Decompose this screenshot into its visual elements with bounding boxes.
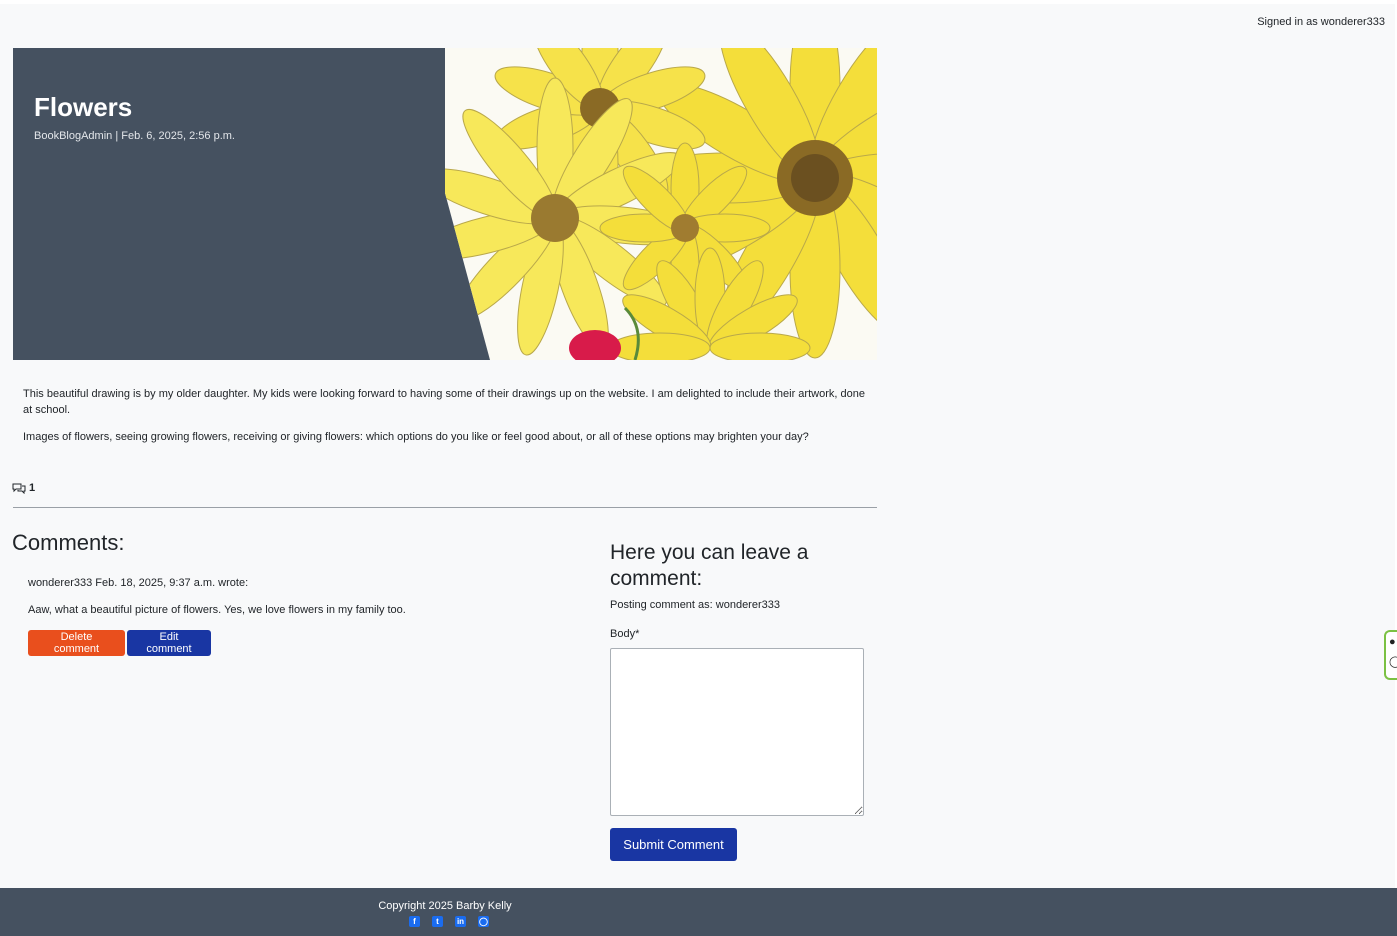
accessibility-widget[interactable]: ● ◯ — [1384, 630, 1397, 680]
edit-comment-button[interactable]: Edit comment — [127, 630, 211, 656]
post-content: This beautiful drawing is by my older da… — [23, 386, 868, 456]
posting-as-label: Posting comment as: wonderer333 — [610, 599, 780, 611]
post-meta: BookBlogAdmin | Feb. 6, 2025, 2:56 p.m. — [34, 130, 235, 142]
widget-icon: ◯ — [1386, 652, 1397, 672]
comments-heading: Comments: — [12, 530, 125, 555]
comments-icon — [12, 483, 26, 494]
top-strip — [0, 0, 1397, 4]
instagram-icon[interactable]: ◯ — [478, 916, 489, 927]
social-links: f t in ◯ — [409, 916, 489, 927]
post-featured-image — [445, 48, 877, 360]
footer: Copyright 2025 Barby Kelly f t in ◯ — [0, 888, 1397, 936]
signed-in-status: Signed in as wonderer333 — [1257, 16, 1385, 28]
comment-author-line: wonderer333 Feb. 18, 2025, 9:37 a.m. wro… — [28, 577, 249, 589]
comment-form-heading: Here you can leave a comment: — [610, 541, 809, 590]
delete-comment-button[interactable]: Delete comment — [28, 630, 125, 656]
widget-icon: ● — [1389, 636, 1396, 648]
facebook-icon[interactable]: f — [409, 916, 420, 927]
body-field-label: Body* — [610, 628, 640, 640]
section-divider — [13, 507, 877, 508]
post-paragraph: Images of flowers, seeing growing flower… — [23, 431, 809, 443]
post-hero: Flowers BookBlogAdmin | Feb. 6, 2025, 2:… — [13, 48, 877, 360]
submit-comment-button[interactable]: Submit Comment — [610, 828, 737, 861]
post-title: Flowers — [34, 92, 133, 122]
comment-count-value: 1 — [29, 482, 36, 494]
comment-body-input[interactable] — [610, 648, 864, 816]
post-paragraph: This beautiful drawing is by my older da… — [23, 388, 865, 416]
copyright-text: Copyright 2025 Barby Kelly — [378, 900, 512, 912]
comment-text: Aaw, what a beautiful picture of flowers… — [28, 604, 406, 616]
linkedin-icon[interactable]: in — [455, 916, 466, 927]
comment-count: 1 — [12, 482, 35, 494]
twitter-icon[interactable]: t — [432, 916, 443, 927]
